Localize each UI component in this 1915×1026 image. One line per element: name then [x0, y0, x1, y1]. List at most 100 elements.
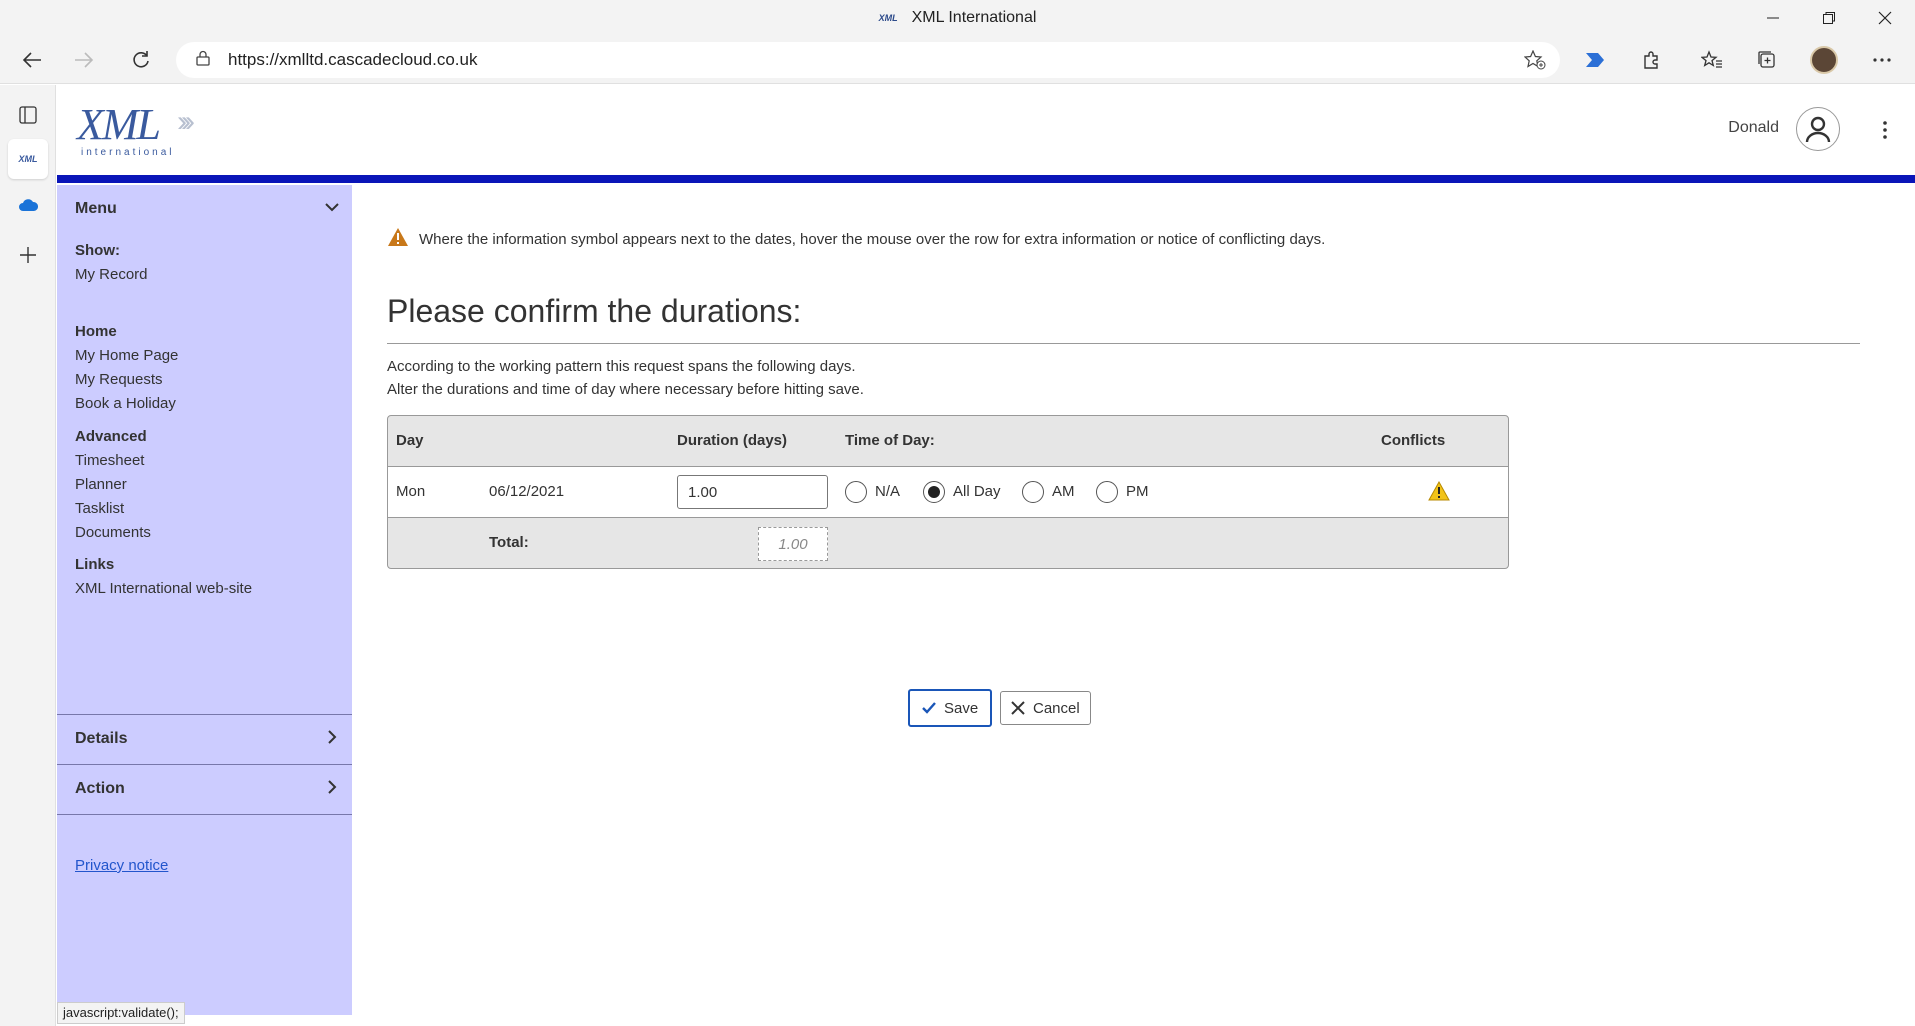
sidebar-section-home: Home My Home Page My Requests Book a Hol…: [75, 320, 178, 416]
action-label: Action: [75, 780, 125, 797]
web-page: XML ››› international Donald Menu Show: …: [57, 85, 1915, 1026]
refresh-icon[interactable]: [123, 42, 159, 78]
add-favorite-icon[interactable]: [1523, 49, 1546, 75]
url-text: https://xmlltd.cascadecloud.co.uk: [228, 50, 478, 69]
vertical-tab-strip: XML: [0, 85, 56, 1026]
notice-text: Where the information symbol appears nex…: [419, 230, 1326, 248]
section-title: Show:: [75, 242, 120, 259]
radio-na[interactable]: [845, 481, 867, 503]
details-label: Details: [75, 730, 128, 747]
row-day: Mon: [396, 483, 426, 500]
profile-avatar[interactable]: [1806, 42, 1842, 78]
checkmark-icon: [922, 702, 936, 714]
cloud-icon: [19, 199, 38, 211]
radio-label-pm: PM: [1126, 483, 1149, 500]
col-header-day: Day: [396, 432, 424, 449]
sidebar-section-show: Show: My Record: [75, 239, 148, 287]
col-header-duration: Duration (days): [677, 432, 788, 449]
description: According to the working pattern this re…: [387, 355, 864, 401]
col-header-conflicts: Conflicts: [1381, 432, 1446, 449]
window-titlebar: XML XML International: [0, 0, 1915, 36]
cancel-button[interactable]: Cancel: [1000, 691, 1091, 725]
save-label: Save: [944, 699, 979, 717]
description-line-1: According to the working pattern this re…: [387, 358, 856, 375]
browser-toolbar: https://xmlltd.cascadecloud.co.uk: [0, 36, 1915, 84]
chevron-down-icon: [325, 203, 339, 212]
favorites-icon[interactable]: [1694, 42, 1730, 78]
kebab-menu-icon[interactable]: [1873, 115, 1897, 145]
copilot-icon[interactable]: [1577, 42, 1613, 78]
header-accent-bar: [57, 175, 1915, 183]
close-icon: [1011, 701, 1025, 715]
radio-pm[interactable]: [1096, 481, 1118, 503]
xml-logo[interactable]: XML ››› international: [77, 99, 217, 159]
total-label: Total:: [489, 534, 529, 551]
sidebar: Menu Show: My Record Home My Home Page M…: [57, 185, 352, 1015]
sidebar-item-timesheet[interactable]: Timesheet: [75, 449, 151, 473]
chevron-right-icon: [328, 780, 337, 794]
warning-icon: [387, 227, 409, 251]
sidebar-item-documents[interactable]: Documents: [75, 521, 151, 545]
forward-icon[interactable]: [66, 42, 102, 78]
user-account-icon[interactable]: [1796, 107, 1840, 151]
xml-favicon-icon: XML: [18, 154, 38, 164]
tab-onedrive[interactable]: [8, 185, 48, 225]
restore-button[interactable]: [1801, 0, 1857, 36]
tab-actions-icon[interactable]: [8, 95, 48, 135]
section-title[interactable]: Advanced: [75, 425, 151, 449]
sidebar-section-advanced: Advanced Timesheet Planner Tasklist Docu…: [75, 425, 151, 545]
privacy-notice-link[interactable]: Privacy notice: [75, 857, 168, 874]
sidebar-item-my-record[interactable]: My Record: [75, 263, 148, 287]
section-title[interactable]: Home: [75, 320, 178, 344]
sidebar-item-book-a-holiday[interactable]: Book a Holiday: [75, 392, 178, 416]
tab-xml-international[interactable]: XML: [8, 139, 48, 179]
radio-label-all-day: All Day: [953, 483, 1001, 500]
col-header-time-of-day: Time of Day:: [845, 432, 935, 449]
cancel-label: Cancel: [1033, 699, 1080, 717]
sidebar-item-planner[interactable]: Planner: [75, 473, 151, 497]
conflict-warning-icon[interactable]: [1428, 480, 1450, 505]
total-row: Total: 1.00: [388, 518, 1508, 568]
app-header: XML ››› international Donald: [57, 85, 1915, 175]
table-row[interactable]: Mon 06/12/2021 N/A All Day AM PM: [388, 466, 1508, 518]
heading-divider: [387, 343, 1860, 344]
more-options-icon[interactable]: [1864, 42, 1900, 78]
chevron-right-icon: [328, 730, 337, 744]
sidebar-item-tasklist[interactable]: Tasklist: [75, 497, 151, 521]
details-toggle[interactable]: Details: [57, 715, 352, 763]
close-window-button[interactable]: [1857, 0, 1913, 36]
total-value: 1.00: [758, 527, 828, 561]
radio-label-na: N/A: [875, 483, 901, 500]
status-bar-url: javascript:validate();: [57, 1002, 185, 1024]
minimize-button[interactable]: [1745, 0, 1801, 36]
sidebar-item-xml-website[interactable]: XML International web-site: [75, 577, 252, 601]
logo-chevrons: ›››: [177, 105, 195, 138]
sidebar-item-my-home-page[interactable]: My Home Page: [75, 344, 178, 368]
site-favicon: XML: [878, 13, 898, 23]
duration-input[interactable]: [677, 475, 828, 509]
collections-icon[interactable]: [1749, 42, 1785, 78]
address-bar[interactable]: https://xmlltd.cascadecloud.co.uk: [176, 42, 1560, 78]
divider: [57, 814, 352, 815]
save-button[interactable]: Save: [908, 689, 993, 727]
description-line-2: Alter the durations and time of day wher…: [387, 381, 864, 398]
menu-toggle[interactable]: Menu: [57, 185, 352, 233]
lock-icon: [196, 50, 210, 71]
new-tab-icon[interactable]: [8, 235, 48, 275]
info-notice: Where the information symbol appears nex…: [387, 227, 1325, 251]
radio-am[interactable]: [1022, 481, 1044, 503]
section-title: Links: [75, 556, 115, 573]
extensions-icon[interactable]: [1633, 42, 1669, 78]
radio-all-day[interactable]: [923, 481, 945, 503]
sidebar-item-my-requests[interactable]: My Requests: [75, 368, 178, 392]
durations-table: Day Duration (days) Time of Day: Conflic…: [387, 415, 1509, 569]
table-header: Day Duration (days) Time of Day: Conflic…: [388, 416, 1508, 466]
row-date: 06/12/2021: [489, 483, 565, 500]
back-icon[interactable]: [14, 42, 50, 78]
radio-label-am: AM: [1052, 483, 1075, 500]
sidebar-section-links: Links XML International web-site: [75, 553, 252, 601]
menu-label: Menu: [75, 200, 117, 217]
window-title: XML International: [911, 9, 1037, 26]
action-toggle[interactable]: Action: [57, 765, 352, 813]
page-title: Please confirm the durations:: [387, 293, 802, 329]
